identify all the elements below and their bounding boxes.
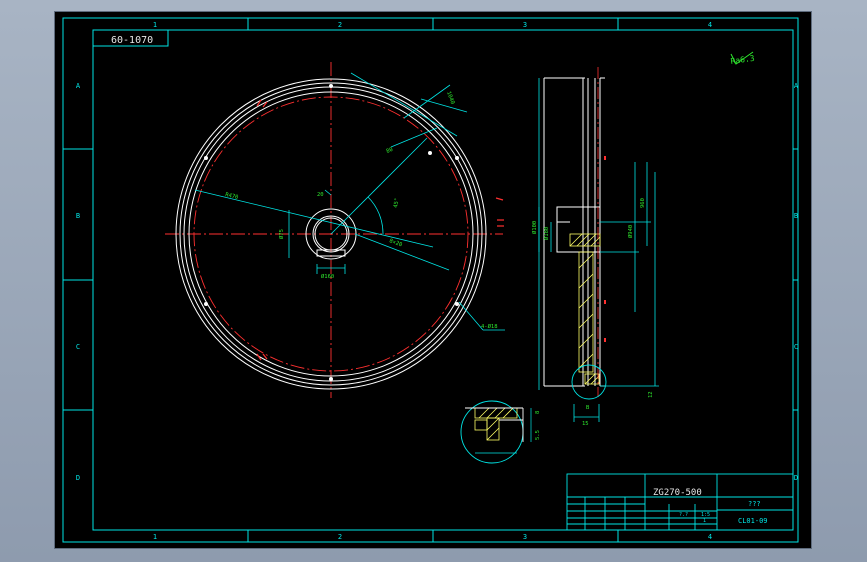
col-label-bottom: 4	[708, 533, 712, 541]
reference-box: 60-1070	[92, 29, 169, 47]
col-label-top: 2	[338, 21, 342, 29]
dim-side-d: 960	[640, 198, 646, 208]
side-dimension-labels: Ø100 Ø180 Ø940 960 12 15 B	[531, 198, 654, 427]
sheet-count: 1	[703, 518, 706, 524]
row-label-left: D	[76, 474, 80, 482]
dim-slot: 8×20	[388, 238, 403, 248]
row-label-right: D	[794, 474, 798, 482]
dim-angle: 45°	[393, 198, 401, 209]
dim-side-f: 12	[648, 391, 654, 398]
dim-bolt-circle: 4-Ø18	[481, 323, 498, 330]
dim-outer-radius: R470	[225, 192, 239, 201]
row-label-right: C	[794, 343, 798, 351]
row-label-left: A	[76, 82, 81, 90]
dimension-labels: R470 Ø160 Ø75 45° 4-Ø18 8×20 20 80 1040	[225, 91, 498, 330]
outer-frame	[62, 17, 799, 543]
roughness-mark: Ra6.3	[730, 51, 755, 66]
dim-shaft-bore: Ø75	[278, 229, 285, 239]
wheel-front-view: R470 Ø160 Ø75 45° 4-Ø18 8×20 20 80 1040	[165, 62, 505, 398]
title-block-text: ZG270-500 ??? CL01-09 1:5 1 ?.?	[653, 488, 768, 525]
dim-side-e: 15	[582, 421, 589, 427]
dim-hub-dia: Ø160	[321, 273, 334, 280]
col-label-bottom: 2	[338, 533, 342, 541]
section-outline	[543, 77, 605, 387]
detail-view: 8 5.5	[460, 400, 541, 464]
section-holes	[604, 156, 606, 342]
weight-value: ?.?	[679, 512, 688, 518]
centerlines	[165, 62, 503, 398]
frame-zone-ticks	[63, 18, 798, 542]
col-label-top: 3	[523, 21, 527, 29]
reference-box-label: 60-1070	[111, 35, 153, 46]
frame-column-labels: 1 2 3 4 1 2 3 4	[153, 21, 712, 541]
row-label-left: C	[76, 343, 80, 351]
col-label-bottom: 3	[523, 533, 527, 541]
col-label-bottom: 1	[153, 533, 157, 541]
dim-rim-depth: 1040	[445, 91, 455, 106]
bolt-holes	[204, 84, 459, 381]
frame-row-labels: A B C D A B C D	[76, 82, 799, 482]
dimension-lines	[194, 72, 505, 331]
material-code: ZG270-500	[653, 488, 702, 498]
detail-callout-circle	[571, 364, 607, 400]
side-section-view: Ø100 Ø180 Ø940 960 12 15 B	[531, 67, 659, 427]
row-label-right: B	[794, 212, 798, 220]
rim-slot-marks	[256, 99, 504, 361]
dim-side-b: Ø180	[543, 227, 550, 240]
detail-dim-h1: 8	[535, 411, 541, 414]
drawing-number: CL01-09	[738, 517, 768, 525]
detail-hatch	[474, 407, 518, 441]
drawing-sheet: 1 2 3 4 1 2 3 4 A B C D A B C D 60-1070 …	[54, 11, 812, 549]
dim-side-a: Ø100	[531, 221, 538, 234]
dim-side-c: Ø940	[627, 225, 634, 238]
cad-canvas: 1 2 3 4 1 2 3 4 A B C D A B C D 60-1070 …	[62, 17, 799, 543]
col-label-top: 1	[153, 21, 157, 29]
col-label-top: 4	[708, 21, 712, 29]
drawing-name: ???	[748, 500, 761, 508]
dim-detail-label: B	[586, 405, 590, 411]
dim-hub-width: 80	[386, 147, 394, 155]
detail-dim-h2: 5.5	[535, 430, 541, 440]
row-label-left: B	[76, 212, 80, 220]
dim-keyway: 20	[317, 192, 324, 198]
detail-outline	[465, 407, 524, 442]
